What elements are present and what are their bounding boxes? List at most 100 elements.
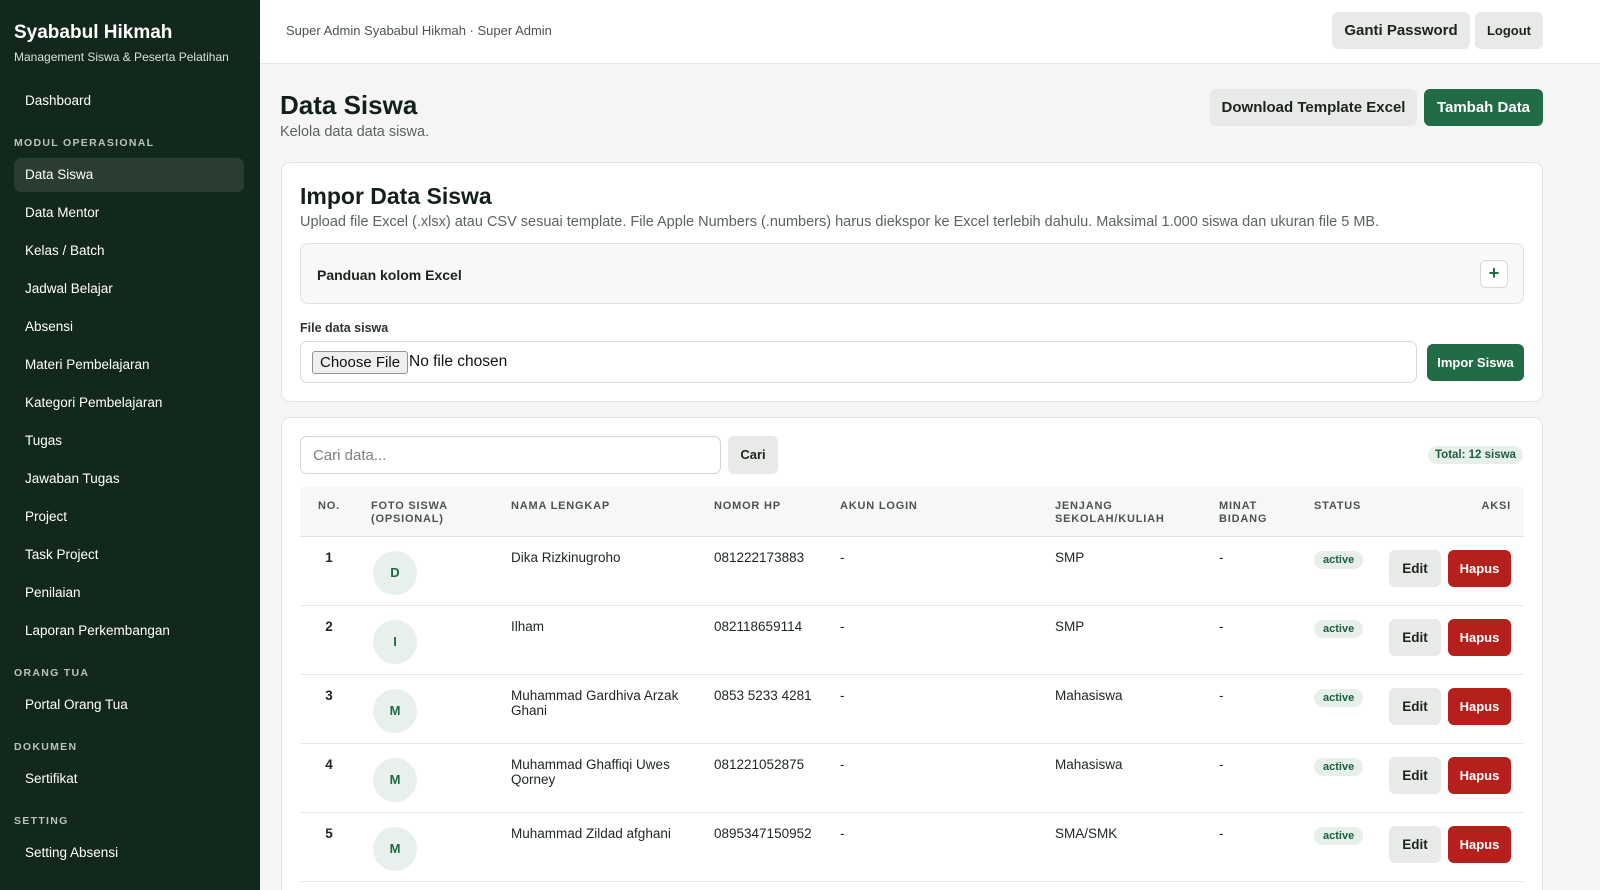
cell-login-account: -	[840, 688, 845, 703]
delete-button[interactable]: Hapus	[1448, 826, 1511, 863]
cell-phone: 081221052875	[714, 757, 805, 772]
avatar: D	[373, 551, 417, 595]
file-input[interactable]: Choose File No file chosen	[300, 341, 1417, 383]
sidebar-item-laporan-perkembangan[interactable]: Laporan Perkembangan	[14, 614, 244, 648]
cell-interest: -	[1219, 550, 1224, 565]
col-header-photo: FOTO SISWA (OPSIONAL)	[371, 500, 448, 525]
sidebar-item-absensi[interactable]: Absensi	[14, 310, 244, 344]
sidebar-item-dashboard[interactable]: Dashboard	[14, 84, 244, 118]
avatar: I	[373, 620, 417, 664]
brand: Syababul Hikmah Management Siswa & Peser…	[0, 0, 260, 64]
brand-title: Syababul Hikmah	[14, 22, 173, 43]
expand-plus-icon[interactable]: +	[1480, 260, 1508, 288]
students-table-card: Cari Total: 12 siswa NO. FOTO SISWA (OPS…	[281, 417, 1543, 890]
import-title: Impor Data Siswa	[300, 183, 492, 209]
excel-guide-accordion[interactable]: Panduan kolom Excel +	[300, 243, 1524, 304]
import-submit-button[interactable]: Impor Siswa	[1427, 344, 1524, 381]
sidebar-item-penilaian[interactable]: Penilaian	[14, 576, 244, 610]
cell-number: 3	[325, 688, 333, 703]
brand-subtitle: Management Siswa & Peserta Pelatihan	[14, 50, 229, 64]
edit-button[interactable]: Edit	[1389, 688, 1441, 725]
col-header-status: STATUS	[1314, 500, 1362, 512]
sidebar-item-kategori-pembelajaran[interactable]: Kategori Pembelajaran	[14, 386, 244, 420]
sidebar-item-jadwal-belajar[interactable]: Jadwal Belajar	[14, 272, 244, 306]
table-row: 4 M Muhammad Ghaffiqi Uwes Qorney 081221052…	[300, 744, 1524, 813]
cell-phone: 081222173883	[714, 550, 805, 565]
page-title: Data Siswa	[280, 90, 418, 120]
col-header-name: NAMA LENGKAP	[511, 500, 611, 512]
avatar: M	[373, 758, 417, 802]
file-field-label: File data siswa	[300, 321, 389, 335]
cell-name: Muhammad Gardhiva Arzak Ghani	[511, 688, 679, 718]
file-status-text: No file chosen	[409, 353, 508, 370]
sidebar-item-tugas[interactable]: Tugas	[14, 424, 244, 458]
cell-name: Ilham	[511, 619, 545, 634]
cell-name: Muhammad Zildad afghani	[511, 826, 671, 841]
cell-school-level: Mahasiswa	[1055, 757, 1123, 772]
sidebar: Syababul Hikmah Management Siswa & Peser…	[0, 0, 260, 890]
delete-button[interactable]: Hapus	[1448, 757, 1511, 794]
edit-button[interactable]: Edit	[1389, 619, 1441, 656]
cell-interest: -	[1219, 688, 1224, 703]
sidebar-item-materi-pembelajaran[interactable]: Materi Pembelajaran	[14, 348, 244, 382]
edit-button[interactable]: Edit	[1389, 550, 1441, 587]
sidebar-section-orang-tua: ORANG TUA	[14, 667, 90, 679]
sidebar-item-kelas-batch[interactable]: Kelas / Batch	[14, 234, 244, 268]
import-card: Impor Data Siswa Upload file Excel (.xls…	[281, 162, 1543, 402]
page-subtitle: Kelola data data siswa.	[280, 124, 430, 140]
status-badge: active	[1314, 758, 1364, 776]
cell-phone: 0853 5233 4281	[714, 688, 812, 703]
sidebar-item-sertifikat[interactable]: Sertifikat	[14, 762, 244, 796]
status-badge: active	[1314, 551, 1364, 569]
sidebar-section-modul-operasional: MODUL OPERASIONAL	[14, 137, 155, 149]
col-header-no: NO.	[318, 500, 340, 512]
cell-name: Muhammad Ghaffiqi Uwes Qorney	[511, 757, 670, 787]
table-row: 5 M Muhammad Zildad afghani 0895347150952 - S…	[300, 813, 1524, 882]
cell-login-account: -	[840, 619, 845, 634]
col-header-login-account: AKUN LOGIN	[840, 500, 918, 512]
edit-button[interactable]: Edit	[1389, 826, 1441, 863]
sidebar-item-portal-orang-tua[interactable]: Portal Orang Tua	[14, 688, 244, 722]
table-row: 2 I Ilham 082118659114 - SMP - active Edit Hapus	[300, 606, 1524, 675]
table-header: NO. FOTO SISWA (OPSIONAL) NAMA LENGKAP N…	[300, 487, 1524, 537]
delete-button[interactable]: Hapus	[1448, 550, 1511, 587]
download-template-button[interactable]: Download Template Excel	[1210, 89, 1417, 126]
sidebar-item-setting-absensi[interactable]: Setting Absensi	[14, 836, 244, 870]
choose-file-button[interactable]: Choose File	[312, 351, 409, 374]
table-row: 3 M Muhammad Gardhiva Arzak Ghani 0853 5233…	[300, 675, 1524, 744]
cell-school-level: SMP	[1055, 550, 1085, 565]
change-password-button[interactable]: Ganti Password	[1332, 12, 1470, 49]
excel-guide-label: Panduan kolom Excel	[317, 267, 462, 283]
import-description: Upload file Excel (.xlsx) atau CSV sesua…	[300, 214, 1380, 230]
col-header-school-level: JENJANG SEKOLAH/KULIAH	[1055, 500, 1165, 525]
cell-number: 4	[325, 757, 333, 772]
search-input[interactable]	[300, 436, 721, 474]
cell-name: Dika Rizkinugroho	[511, 550, 621, 565]
cell-interest: -	[1219, 757, 1224, 772]
cell-phone: 082118659114	[714, 619, 803, 634]
delete-button[interactable]: Hapus	[1448, 619, 1511, 656]
cell-school-level: SMA/SMK	[1055, 826, 1118, 841]
current-user-info: Super Admin Syababul Hikmah · Super Admi…	[286, 23, 552, 38]
status-badge: active	[1314, 689, 1364, 707]
sidebar-item-project[interactable]: Project	[14, 500, 244, 534]
sidebar-item-data-siswa[interactable]: Data Siswa	[14, 158, 244, 192]
add-data-button[interactable]: Tambah Data	[1424, 89, 1543, 126]
col-header-phone: NOMOR HP	[714, 500, 781, 512]
cell-school-level: Mahasiswa	[1055, 688, 1123, 703]
sidebar-item-data-mentor[interactable]: Data Mentor	[14, 196, 244, 230]
status-badge: active	[1314, 620, 1364, 638]
cell-number: 1	[325, 550, 333, 565]
col-header-actions: AKSI	[1481, 500, 1511, 512]
sidebar-item-task-project[interactable]: Task Project	[14, 538, 244, 572]
sidebar-section-dokumen: DOKUMEN	[14, 741, 78, 753]
logout-button[interactable]: Logout	[1475, 12, 1543, 49]
avatar: M	[373, 689, 417, 733]
edit-button[interactable]: Edit	[1389, 757, 1441, 794]
cell-school-level: SMP	[1055, 619, 1085, 634]
delete-button[interactable]: Hapus	[1448, 688, 1511, 725]
avatar: M	[373, 827, 417, 871]
cell-number: 2	[325, 619, 333, 634]
sidebar-item-jawaban-tugas[interactable]: Jawaban Tugas	[14, 462, 244, 496]
search-button[interactable]: Cari	[728, 436, 778, 474]
